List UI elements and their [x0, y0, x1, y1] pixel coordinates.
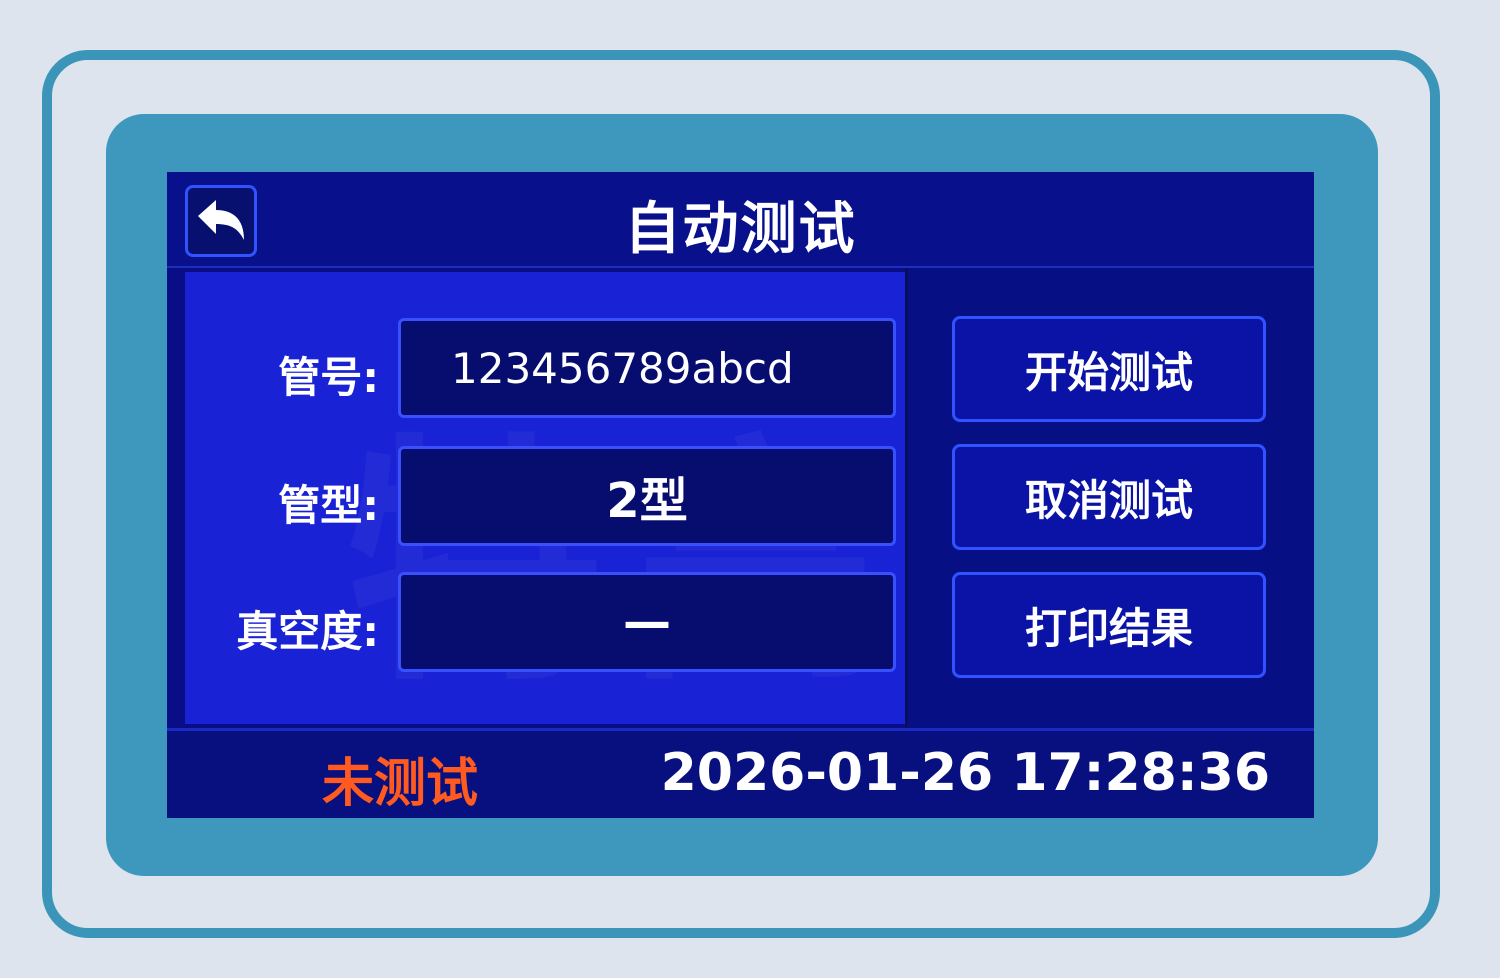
tube-type-value: 2型 [606, 473, 688, 529]
vacuum-value: — [623, 594, 671, 650]
action-panel: 开始测试 取消测试 打印结果 [908, 268, 1314, 728]
lcd-screen: 自动测试 特高压 管号: 123456789abcd 管型: 2型 真空度: —… [167, 172, 1314, 818]
status-bar: 未测试 2026-01-26 17:28:36 [167, 728, 1314, 818]
tube-type-field[interactable]: 2型 [398, 446, 896, 546]
page-title: 自动测试 [624, 197, 857, 262]
print-result-button[interactable]: 打印结果 [952, 572, 1266, 678]
cancel-test-button[interactable]: 取消测试 [952, 444, 1266, 550]
tube-number-label: 管号: [278, 353, 379, 402]
tube-type-label: 管型: [278, 481, 379, 530]
vacuum-label: 真空度: [236, 607, 379, 656]
test-status-text: 未测试 [322, 754, 479, 814]
datetime-display: 2026-01-26 17:28:36 [660, 743, 1270, 803]
tube-number-value: 123456789abcd [451, 343, 794, 393]
tube-number-field[interactable]: 123456789abcd [398, 318, 896, 418]
start-test-button[interactable]: 开始测试 [952, 316, 1266, 422]
vacuum-field: — [398, 572, 896, 672]
form-panel: 特高压 管号: 123456789abcd 管型: 2型 真空度: — [185, 272, 1165, 724]
title-bar: 自动测试 [167, 172, 1314, 268]
